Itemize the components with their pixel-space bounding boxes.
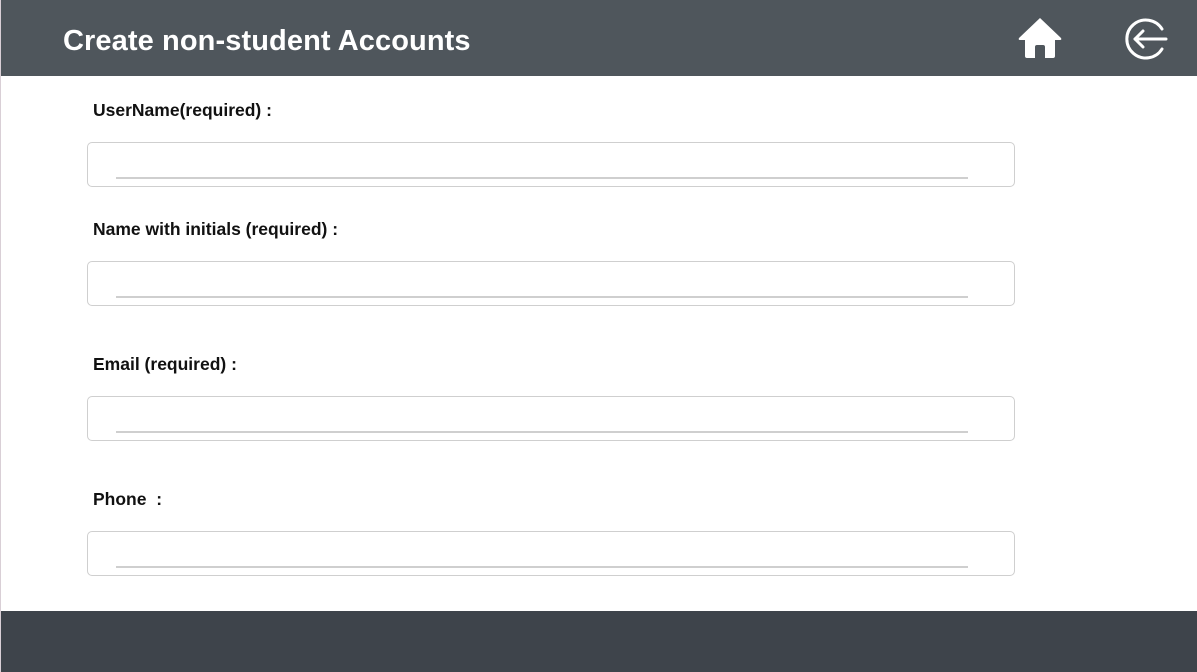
app-header: Create non-student Accounts (1, 0, 1197, 76)
email-field-box[interactable] (87, 396, 1015, 441)
home-button[interactable] (1016, 14, 1064, 60)
email-label: Email (required) : (93, 354, 237, 374)
window-edge (0, 0, 1, 672)
phone-input[interactable] (116, 538, 968, 568)
home-icon (1018, 18, 1062, 58)
email-input[interactable] (116, 403, 968, 433)
phone-label: Phone : (93, 489, 163, 509)
username-label: UserName(required) : (93, 100, 272, 120)
username-field-box[interactable] (87, 142, 1015, 187)
logout-arrow-circle-icon (1125, 18, 1168, 60)
name-with-initials-field-box[interactable] (87, 261, 1015, 306)
logout-button[interactable] (1122, 15, 1170, 63)
phone-field-box[interactable] (87, 531, 1015, 576)
username-input[interactable] (116, 149, 968, 179)
name-with-initials-label: Name with initials (required) : (93, 219, 339, 239)
app-footer (1, 611, 1197, 672)
page-title: Create non-student Accounts (63, 25, 471, 57)
name-with-initials-input[interactable] (116, 268, 968, 298)
